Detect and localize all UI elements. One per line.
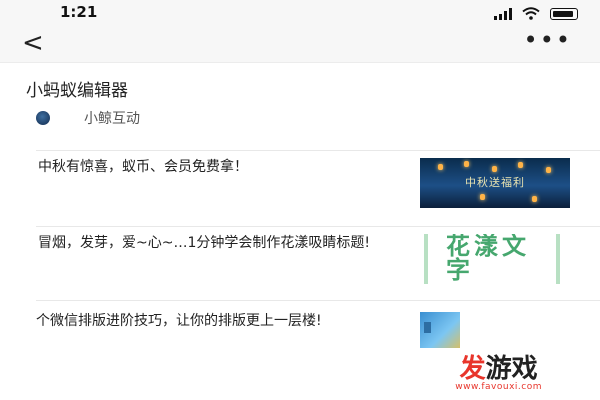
nav-bar: < ••• [0,26,600,63]
article-thumbnail-3[interactable] [420,312,460,348]
article-title-1[interactable]: 中秋有惊喜，蚁币、会员免费拿！ [38,156,398,178]
lantern-icon [546,167,551,173]
article-title-2[interactable]: 冒烟，发芽，爱~心~…1分钟学会制作花漾吸睛标题! [38,232,398,254]
status-icons [494,6,578,20]
back-button[interactable]: < [22,30,44,56]
watermark-logo: 发游戏 www.favouxi.com [455,356,542,392]
watermark-text: 发 [459,354,486,384]
lantern-icon [438,164,443,170]
lantern-icon [464,161,469,167]
signal-icon [494,8,512,20]
article-thumbnail-2[interactable]: 花漾文字 [420,234,570,284]
stripe [424,234,428,284]
author-name: 小鲸互动 [84,111,140,127]
page-title: 小蚂蚁编辑器 [26,81,128,101]
wifi-icon [522,7,540,20]
stripe [556,234,560,284]
lantern-icon [518,162,523,168]
article-thumbnail-1[interactable]: 中秋送福利 [420,158,570,208]
author-avatar [36,111,50,125]
watermark-url: www.favouxi.com [455,382,542,392]
lantern-icon [532,196,537,202]
thumbnail-badge [424,322,431,333]
watermark-text: 游戏 [485,354,538,384]
divider [36,150,600,151]
status-time: 1:21 [60,3,98,21]
divider [36,300,600,301]
lantern-icon [480,194,485,200]
divider [36,226,600,227]
lantern-icon [492,166,497,172]
status-bar: 1:21 [0,0,600,26]
thumbnail-caption: 花漾文字 [446,234,530,284]
author-row[interactable]: 小鲸互动 [36,108,140,128]
battery-icon [550,8,578,20]
more-options-button[interactable]: ••• [524,26,572,54]
thumbnail-caption: 中秋送福利 [465,176,525,189]
article-title-3[interactable]: 个微信排版进阶技巧，让你的排版更上一层楼! [36,310,396,332]
